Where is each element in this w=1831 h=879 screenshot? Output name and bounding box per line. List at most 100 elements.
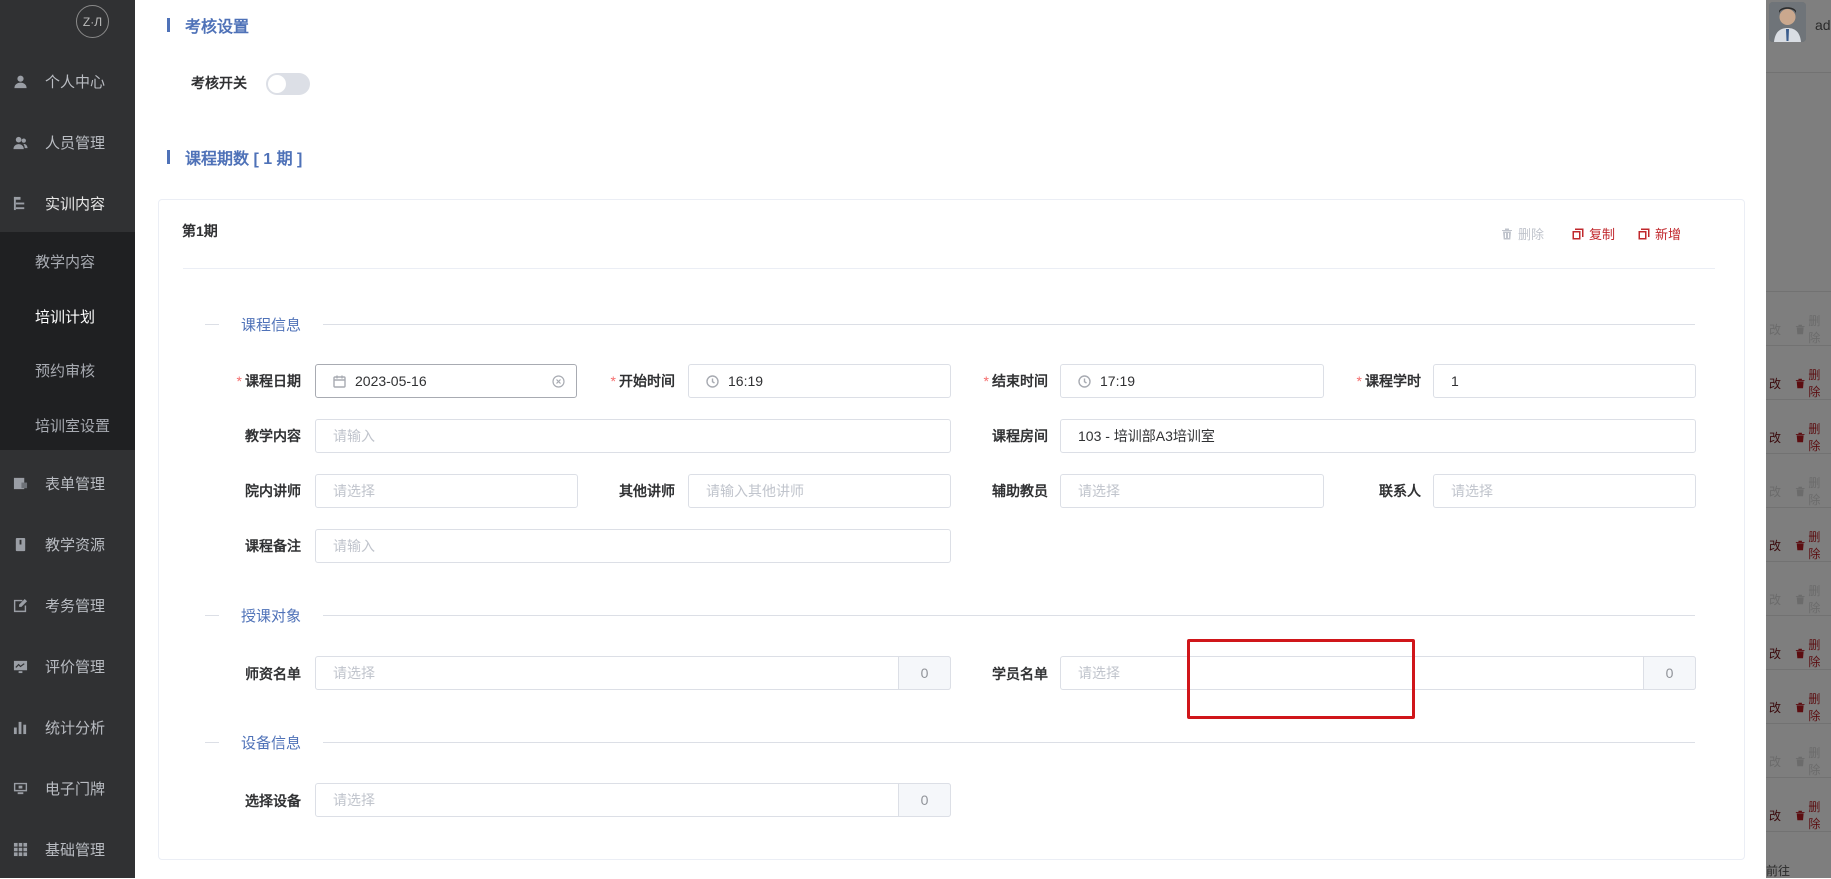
chart-board-icon <box>12 658 28 674</box>
trash-icon <box>1795 648 1805 658</box>
assessment-section-title: 考核设置 <box>167 13 249 37</box>
tree-icon <box>12 195 28 211</box>
end-time-picker[interactable]: 17:19 <box>1060 364 1324 398</box>
copy-label: 复制 <box>1589 227 1616 242</box>
contact-select[interactable]: 请选择 <box>1433 474 1696 508</box>
trash-icon <box>1795 810 1805 820</box>
teaching-content-label: 教学内容 <box>245 428 301 444</box>
sidebar-item-statistics[interactable]: 统计分析 <box>0 707 135 747</box>
avatar[interactable] <box>1769 2 1806 42</box>
background-page-overlay[interactable]: 改删除 改删除 改删除 改删除 改删除 改删除 改删除 改删除 改删除 改删除 <box>1766 0 1831 878</box>
teaching-content-input[interactable]: 请输入 <box>315 419 951 453</box>
row-action: 改 <box>1769 754 1782 769</box>
sidebar-item-exam-affairs[interactable]: 考务管理 <box>0 585 135 625</box>
placeholder-text: 请输入 <box>333 428 375 444</box>
row-delete-label: 删除 <box>1808 476 1821 507</box>
sidebar-item-label: 基础管理 <box>45 841 106 859</box>
assistant-select[interactable]: 请选择 <box>1060 474 1324 508</box>
sidebar-subitem-room-settings[interactable]: 培训室设置 <box>0 405 135 445</box>
row-delete-label: 删除 <box>1808 368 1821 399</box>
clear-icon[interactable] <box>552 375 565 388</box>
sidebar-item-teaching-resources[interactable]: 教学资源 <box>0 524 135 564</box>
other-teacher-input[interactable]: 请输入其他讲师 <box>688 474 951 508</box>
calendar-icon <box>333 375 346 388</box>
sidebar-subitem-label: 预约审核 <box>35 362 96 380</box>
row-delete-label: 删除 <box>1808 746 1821 777</box>
course-date-picker[interactable]: 2023-05-16 <box>315 364 577 398</box>
start-time-label: * 开始时间 <box>610 373 675 389</box>
row-delete-label: 删除 <box>1808 422 1821 453</box>
inner-teacher-select[interactable]: 请选择 <box>315 474 578 508</box>
copy-icon <box>1572 228 1584 239</box>
row-action: 改 <box>1769 646 1782 661</box>
end-time-label: * 结束时间 <box>983 373 1048 389</box>
group-divider <box>323 742 1695 743</box>
add-period-button[interactable]: 新增 <box>1638 224 1681 243</box>
trash-icon <box>1795 432 1805 442</box>
label-text: 课程学时 <box>1365 373 1421 389</box>
logo: Z·Л <box>76 5 109 38</box>
section-title-text: 课程期数 [ 1 期 ] <box>185 151 303 168</box>
plan-edit-drawer: 考核设置 考核开关 课程期数 [ 1 期 ] 第1期 删除 复制 新增 课程信息… <box>135 0 1766 878</box>
overlay-row: 改 删除 <box>1766 420 1831 454</box>
label-text: 结束时间 <box>992 373 1048 389</box>
equipment-group-title: 设备信息 <box>241 735 302 752</box>
sidebar-item-personnel[interactable]: 人员管理 <box>0 122 135 162</box>
sidebar-item-evaluation[interactable]: 评价管理 <box>0 646 135 686</box>
teachers-count-addon: 0 <box>898 656 951 690</box>
sidebar-item-label: 表单管理 <box>45 475 106 493</box>
sidebar-item-training-content[interactable]: 实训内容 <box>0 183 135 223</box>
sidebar-item-form-management[interactable]: 表单管理 <box>0 463 135 503</box>
form-icon <box>12 475 28 491</box>
clock-icon <box>706 374 719 388</box>
overlay-row: 改 删除 <box>1766 528 1831 562</box>
bar-chart-icon <box>12 719 28 735</box>
sidebar-item-basic-management[interactable]: 基础管理 <box>0 829 135 869</box>
grid-icon <box>12 841 28 857</box>
row-action: 改 <box>1769 430 1782 445</box>
contact-label: 联系人 <box>1379 483 1421 499</box>
course-remark-label: 课程备注 <box>245 538 301 554</box>
username[interactable]: ad <box>1815 17 1831 33</box>
assessment-switch[interactable] <box>266 73 310 95</box>
group-divider <box>323 324 1695 325</box>
course-hours-input[interactable]: 1 <box>1433 364 1696 398</box>
sidebar-subitem-training-plan[interactable]: 培训计划 <box>0 296 135 336</box>
row-delete-label: 删除 <box>1808 800 1821 831</box>
row-delete-label: 删除 <box>1808 530 1821 561</box>
course-room-select[interactable]: 103 - 培训部A3培训室 <box>1060 419 1696 453</box>
start-time-picker[interactable]: 16:19 <box>688 364 951 398</box>
teachers-list-select[interactable]: 请选择 0 <box>315 656 951 690</box>
sidebar-subitem-teaching-content[interactable]: 教学内容 <box>0 241 135 281</box>
overlay-divider <box>1766 399 1831 400</box>
equipment-select[interactable]: 请选择 0 <box>315 783 951 817</box>
delete-period-button[interactable]: 删除 <box>1501 224 1544 243</box>
course-remark-input[interactable]: 请输入 <box>315 529 951 563</box>
trash-icon <box>1795 702 1805 712</box>
placeholder-text: 请选择 <box>1078 665 1120 681</box>
sidebar-item-door-sign[interactable]: 电子门牌 <box>0 768 135 808</box>
sidebar-subitem-appointment-review[interactable]: 预约审核 <box>0 350 135 390</box>
row-action: 改 <box>1769 592 1782 607</box>
trash-icon <box>1795 756 1805 766</box>
overlay-divider <box>1766 507 1831 508</box>
group-divider-left <box>205 324 219 325</box>
add-label: 新增 <box>1655 227 1682 242</box>
overlay-divider <box>1766 615 1831 616</box>
sidebar-item-personal-center[interactable]: 个人中心 <box>0 61 135 101</box>
course-room-value: 103 - 培训部A3培训室 <box>1078 428 1215 444</box>
group-divider <box>323 615 1695 616</box>
copy-period-button[interactable]: 复制 <box>1572 224 1615 243</box>
placeholder-text: 请选择 <box>1451 483 1493 499</box>
sidebar-item-label: 评价管理 <box>45 658 106 676</box>
section-title-text: 考核设置 <box>185 19 250 36</box>
course-room-label: 课程房间 <box>992 428 1048 444</box>
sidebar-item-label: 电子门牌 <box>45 780 106 798</box>
sidebar-item-label: 教学资源 <box>45 536 106 554</box>
students-list-label: 学员名单 <box>992 666 1048 682</box>
teachers-list-label: 师资名单 <box>245 666 301 682</box>
course-date-label: * 课程日期 <box>236 373 301 389</box>
placeholder-text: 请选择 <box>333 483 375 499</box>
row-delete-label: 删除 <box>1808 638 1821 669</box>
sidebar-item-label: 人员管理 <box>45 134 106 152</box>
